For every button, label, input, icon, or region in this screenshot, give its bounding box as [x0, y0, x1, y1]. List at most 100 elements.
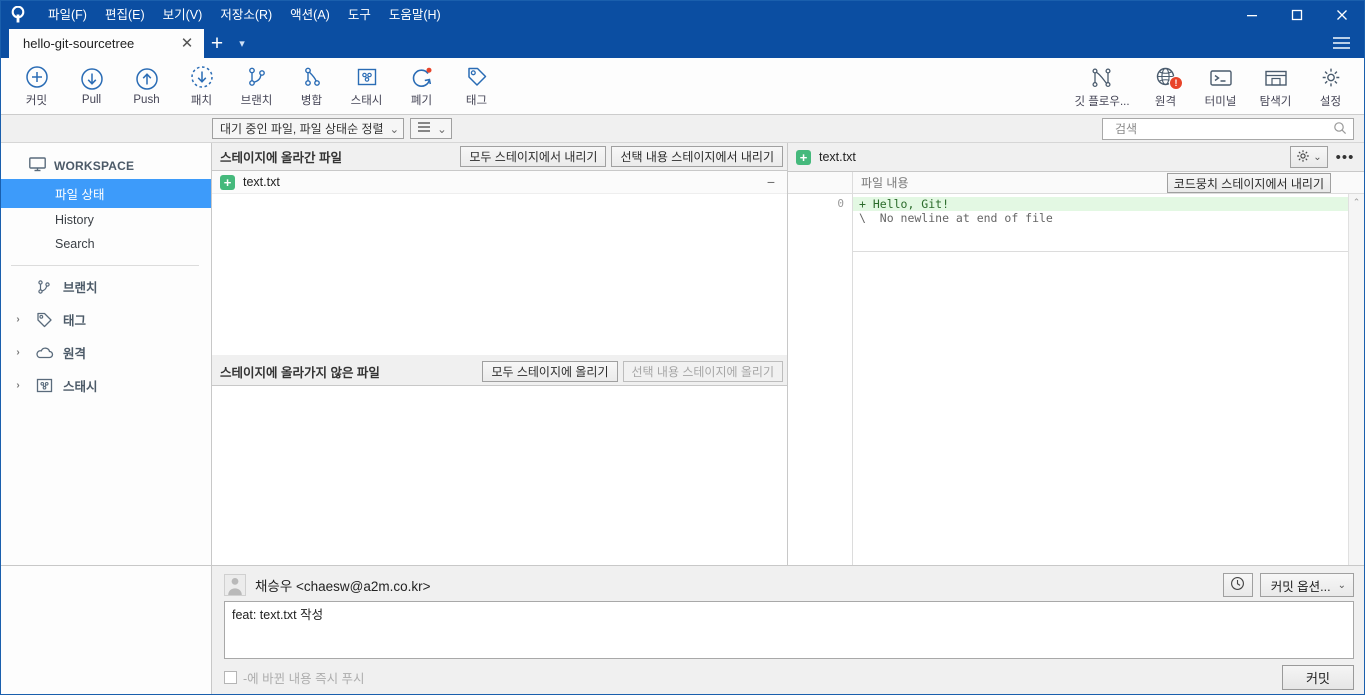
tab-hello-git-sourcetree[interactable]: hello-git-sourcetree ✕ — [9, 29, 204, 58]
arrow-down-dashed-circle-icon — [189, 64, 215, 90]
maximize-button[interactable] — [1274, 1, 1319, 29]
search-input[interactable] — [1113, 121, 1333, 137]
toolbar-merge-button[interactable]: 병합 — [284, 59, 339, 114]
push-immediately-checkbox[interactable] — [224, 670, 237, 684]
toolbar-discard-label: 폐기 — [410, 95, 433, 107]
sidebar-item-search[interactable]: Search — [1, 232, 211, 256]
diff-subheader: 파일 내용 코드뭉치 스테이지에서 내리기 — [788, 172, 1364, 194]
stage-all-button[interactable]: 모두 스테이지에 올리기 — [482, 361, 618, 382]
sourcetree-window: 파일(F) 편집(E) 보기(V) 저장소(R) 액션(A) 도구 도움말(H)… — [0, 0, 1365, 695]
chevron-right-icon[interactable]: › — [11, 347, 25, 358]
diff-header: + text.txt ⌄ ••• — [788, 143, 1364, 172]
filter-bar: 대기 중인 파일, 파일 상태순 정렬 ⌄ ⌄ — [1, 115, 1364, 143]
diff-code[interactable]: + Hello, Git! \ No newline at end of fil… — [853, 194, 1364, 565]
toolbar-settings-button[interactable]: 설정 — [1303, 59, 1358, 114]
app-menu-hamburger-icon[interactable] — [1328, 31, 1354, 55]
toolbar-stash-label: 스태시 — [350, 95, 383, 107]
toolbar-stash-button[interactable]: 스태시 — [339, 59, 394, 114]
search-box[interactable] — [1102, 118, 1354, 140]
folder-explorer-icon — [1262, 65, 1290, 91]
toolbar-push-button[interactable]: Push — [119, 59, 174, 114]
menu-tools[interactable]: 도구 — [339, 3, 380, 27]
sidebar-item-history[interactable]: History — [1, 208, 211, 232]
main-body: WORKSPACE 파일 상태 History Search 브랜치 › 태그 … — [1, 143, 1364, 565]
menu-help[interactable]: 도움말(H) — [380, 3, 450, 27]
sidebar-group-stashes[interactable]: › 스태시 — [1, 369, 211, 402]
toolbar-explorer-label: 탐색기 — [1259, 95, 1292, 108]
close-button[interactable] — [1319, 1, 1364, 29]
diff-more-menu[interactable]: ••• — [1332, 146, 1358, 168]
commit-author: 채승우 <chaesw@a2m.co.kr> — [255, 579, 431, 594]
toolbar-tag-button[interactable]: 태그 — [449, 59, 504, 114]
merge-icon — [299, 64, 325, 90]
commit-area: 채승우 <chaesw@a2m.co.kr> 커밋 옵션... ⌄ feat: … — [1, 565, 1364, 694]
table-row[interactable]: + text.txt − — [212, 171, 787, 194]
remote-alert-badge: ! — [1169, 76, 1183, 90]
sidebar-item-file-status[interactable]: 파일 상태 — [1, 179, 211, 208]
tag-icon — [33, 311, 55, 329]
diff-scrollbar[interactable]: ⌃ — [1348, 194, 1364, 565]
toolbar-pull-button[interactable]: Pull — [64, 59, 119, 114]
toolbar-fetch-button[interactable]: 패치 — [174, 59, 229, 114]
chevron-down-icon: ⌄ — [1313, 151, 1322, 163]
file-sort-dropdown[interactable]: 대기 중인 파일, 파일 상태순 정렬 ⌄ — [212, 118, 405, 139]
commit-main: 채승우 <chaesw@a2m.co.kr> 커밋 옵션... ⌄ feat: … — [212, 566, 1364, 694]
chevron-right-icon[interactable]: › — [11, 380, 25, 391]
menu-actions[interactable]: 액션(A) — [281, 3, 339, 27]
diff-line-added: + Hello, Git! — [853, 197, 1364, 211]
toolbar-settings-label: 설정 — [1319, 95, 1342, 108]
gutter-spacer — [788, 172, 853, 193]
toolbar-commit-button[interactable]: 커밋 — [9, 59, 64, 114]
file-status-added-icon: + — [220, 174, 235, 190]
scroll-up-icon[interactable]: ⌃ — [1349, 194, 1364, 210]
toolbar-remote-button[interactable]: ! 원격 — [1138, 59, 1193, 114]
toolbar-gitflow-button[interactable]: 깃 플로우... — [1066, 59, 1138, 114]
push-immediately-label: -에 바뀐 내용 즉시 푸시 — [243, 671, 365, 686]
chevron-right-icon[interactable]: › — [11, 314, 25, 325]
toolbar-explorer-button[interactable]: 탐색기 — [1248, 59, 1303, 114]
unstage-selected-button[interactable]: 선택 내용 스테이지에서 내리기 — [611, 146, 783, 167]
commit-options-dropdown[interactable]: 커밋 옵션... ⌄ — [1259, 573, 1354, 597]
commit-area-sidebar-filler — [1, 566, 212, 694]
diff-settings-button[interactable]: ⌄ — [1290, 146, 1328, 168]
menu-file[interactable]: 파일(F) — [39, 3, 96, 27]
view-mode-dropdown[interactable]: ⌄ — [410, 118, 452, 139]
commit-history-button[interactable] — [1222, 573, 1253, 597]
staged-panel-title: 스테이지에 올라간 파일 — [220, 151, 342, 165]
main-toolbar: 커밋 Pull Push 패치 브랜치 병합 스태시 폐기 태그 깃 플로우..… — [1, 58, 1364, 115]
unstaged-file-list[interactable] — [212, 386, 787, 565]
line-number: 0 — [837, 197, 844, 210]
title-bar: 파일(F) 편집(E) 보기(V) 저장소(R) 액션(A) 도구 도움말(H) — [1, 1, 1364, 29]
commit-button[interactable]: 커밋 — [1282, 664, 1354, 690]
diff-file-name: text.txt — [819, 150, 856, 164]
menu-edit[interactable]: 편집(E) — [96, 3, 154, 27]
unstage-all-button[interactable]: 모두 스테이지에서 내리기 — [460, 146, 607, 167]
diff-line-numbers: 0 — [788, 194, 853, 565]
sidebar-divider — [11, 265, 199, 266]
sidebar-remotes-label: 원격 — [63, 347, 87, 361]
minimize-button[interactable] — [1229, 1, 1274, 29]
search-icon — [1333, 121, 1347, 138]
diff-body[interactable]: 0 + Hello, Git! \ No newline at end of f… — [788, 194, 1364, 565]
sidebar-group-remotes[interactable]: › 원격 — [1, 336, 211, 369]
staged-file-name: text.txt — [243, 175, 280, 189]
collapse-icon[interactable]: − — [763, 174, 779, 190]
menu-repository[interactable]: 저장소(R) — [211, 3, 281, 27]
sidebar-group-tags[interactable]: › 태그 — [1, 303, 211, 336]
tab-list-chevron-down-icon[interactable]: ▾ — [230, 29, 254, 58]
sidebar-stashes-label: 스태시 — [63, 380, 98, 394]
unstage-hunk-button[interactable]: 코드뭉치 스테이지에서 내리기 — [1166, 173, 1331, 193]
staged-panel-header: 스테이지에 올라간 파일 모두 스테이지에서 내리기 선택 내용 스테이지에서 … — [212, 143, 787, 171]
toolbar-branch-button[interactable]: 브랜치 — [229, 59, 284, 114]
new-tab-icon[interactable]: + — [204, 29, 230, 58]
sidebar-tags-label: 태그 — [63, 314, 87, 328]
staged-file-list[interactable]: + text.txt − — [212, 171, 787, 355]
tab-close-icon[interactable]: ✕ — [176, 33, 198, 55]
menu-view[interactable]: 보기(V) — [154, 3, 212, 27]
commit-message-input[interactable] — [224, 601, 1354, 659]
toolbar-terminal-button[interactable]: 터미널 — [1193, 59, 1248, 114]
toolbar-discard-button[interactable]: 폐기 — [394, 59, 449, 114]
cloud-icon — [33, 346, 55, 360]
stage-selected-button: 선택 내용 스테이지에 올리기 — [622, 361, 783, 382]
sidebar-group-branches[interactable]: 브랜치 — [1, 270, 211, 303]
